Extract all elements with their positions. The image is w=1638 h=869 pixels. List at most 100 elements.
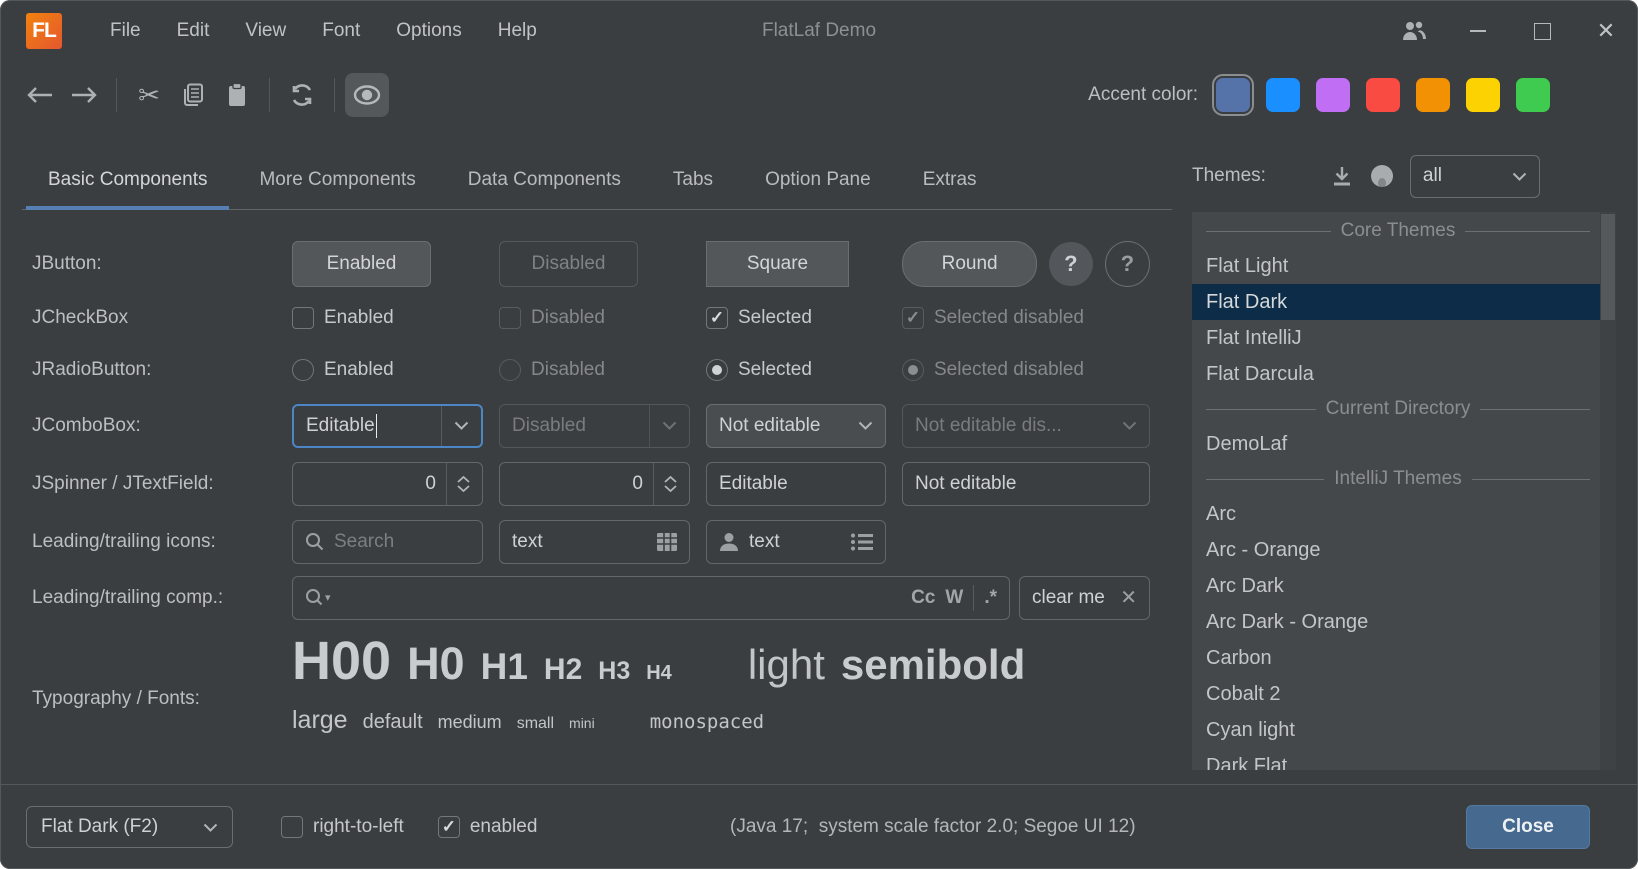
theme-item[interactable]: Arc Dark: [1192, 568, 1600, 604]
download-icon[interactable]: [1322, 156, 1362, 196]
spinner-2[interactable]: 0: [499, 462, 690, 506]
accent-swatch-purple[interactable]: [1316, 78, 1350, 112]
search-with-options-input[interactable]: ▾ Cc W .*: [292, 576, 1010, 620]
combobox-not-editable[interactable]: Not editable: [706, 404, 886, 448]
checkbox-enabled[interactable]: Enabled: [292, 307, 483, 329]
accent-color-label: Accent color:: [1088, 84, 1198, 106]
text-input-table[interactable]: text: [499, 520, 690, 564]
text-input-user[interactable]: text: [706, 520, 886, 564]
theme-item[interactable]: Arc Dark - Orange: [1192, 604, 1600, 640]
menu-options[interactable]: Options: [378, 12, 479, 50]
jcheckbox-label: JCheckBox: [32, 307, 276, 329]
forward-icon[interactable]: [62, 73, 106, 117]
rtl-checkbox[interactable]: right-to-left: [281, 816, 404, 838]
toolbar-separator: [334, 78, 335, 112]
regex-button[interactable]: .*: [984, 587, 997, 609]
themes-separator: Core Themes: [1192, 214, 1600, 248]
spinner-arrows-icon[interactable]: [446, 463, 470, 505]
github-icon[interactable]: [1362, 156, 1402, 196]
show-hidden-eye-icon[interactable]: [345, 73, 389, 117]
help-button[interactable]: ?: [1049, 242, 1092, 286]
minimize-button[interactable]: [1446, 0, 1510, 62]
themes-filter-value: all: [1423, 165, 1442, 187]
accent-swatch-green[interactable]: [1516, 78, 1550, 112]
accent-swatch-default[interactable]: [1216, 78, 1250, 112]
list-menu-icon[interactable]: [851, 533, 873, 551]
search-input[interactable]: Search: [292, 520, 483, 564]
tab-basic-components[interactable]: Basic Components: [22, 150, 233, 209]
checkbox-checked-icon: ✓: [902, 307, 924, 329]
clear-icon[interactable]: ✕: [1120, 585, 1137, 610]
theme-item[interactable]: Carbon: [1192, 640, 1600, 676]
whole-words-button[interactable]: W: [945, 587, 963, 609]
monospaced-sample: monospaced: [650, 711, 764, 733]
theme-item[interactable]: Flat Light: [1192, 248, 1600, 284]
square-button[interactable]: Square: [706, 241, 849, 287]
tab-more-components[interactable]: More Components: [233, 150, 441, 209]
statusbar: Flat Dark (F2) right-to-left ✓ enabled (…: [0, 784, 1638, 869]
back-icon[interactable]: [18, 73, 62, 117]
enabled-button[interactable]: Enabled: [292, 241, 431, 287]
themes-scrollbar[interactable]: [1600, 212, 1616, 770]
themes-filter-combobox[interactable]: all: [1410, 155, 1540, 198]
copy-icon[interactable]: [171, 73, 215, 117]
h3-sample: H3: [598, 657, 630, 686]
menu-help[interactable]: Help: [480, 12, 555, 50]
spinner-1[interactable]: 0: [292, 462, 483, 506]
accent-swatch-orange[interactable]: [1416, 78, 1450, 112]
accent-swatch-red[interactable]: [1366, 78, 1400, 112]
users-icon[interactable]: [1382, 0, 1446, 62]
semibold-sample: semibold: [841, 641, 1025, 689]
theme-item[interactable]: Cyan light: [1192, 712, 1600, 748]
theme-item[interactable]: Cobalt 2: [1192, 676, 1600, 712]
accent-swatch-yellow[interactable]: [1466, 78, 1500, 112]
checkbox-disabled: Disabled: [499, 307, 690, 329]
menu-file[interactable]: File: [92, 12, 159, 50]
app-logo-icon: FL: [26, 13, 62, 49]
tab-data-components[interactable]: Data Components: [442, 150, 647, 209]
theme-item[interactable]: Arc - Orange: [1192, 532, 1600, 568]
combobox-editable[interactable]: Editable: [292, 404, 483, 448]
clearable-input[interactable]: clear me ✕: [1019, 576, 1150, 620]
spinner-arrows-icon[interactable]: [653, 463, 677, 505]
round-button[interactable]: Round: [902, 241, 1037, 287]
chevron-down-icon[interactable]: [441, 406, 469, 446]
textfield-editable[interactable]: Editable: [706, 462, 886, 506]
help-button-outline[interactable]: ?: [1105, 241, 1150, 287]
menu-font[interactable]: Font: [304, 12, 378, 50]
tab-tabs[interactable]: Tabs: [647, 150, 739, 209]
system-info-text: (Java 17; system scale factor 2.0; Segoe…: [730, 816, 1136, 838]
cut-icon[interactable]: ✂: [127, 73, 171, 117]
paste-icon[interactable]: [215, 73, 259, 117]
table-icon[interactable]: [657, 533, 677, 551]
theme-item-selected[interactable]: Flat Dark: [1192, 284, 1600, 320]
small-sample: small: [517, 715, 554, 733]
checkbox-selected[interactable]: ✓ Selected: [706, 307, 886, 329]
search-dropdown-icon[interactable]: ▾: [305, 588, 331, 607]
radio-selected[interactable]: Selected: [706, 359, 886, 381]
scrollbar-thumb[interactable]: [1601, 214, 1615, 320]
lookandfeel-combobox[interactable]: Flat Dark (F2): [26, 806, 233, 848]
close-button[interactable]: Close: [1466, 805, 1590, 849]
tab-extras[interactable]: Extras: [897, 150, 1003, 209]
theme-item[interactable]: Flat Darcula: [1192, 356, 1600, 392]
radio-enabled[interactable]: Enabled: [292, 359, 483, 381]
theme-item[interactable]: Arc: [1192, 496, 1600, 532]
close-window-button[interactable]: ✕: [1574, 0, 1638, 62]
typography-label: Typography / Fonts:: [32, 688, 276, 735]
radio-selected-icon: [902, 359, 924, 381]
enabled-checkbox[interactable]: ✓ enabled: [438, 816, 538, 838]
jcombobox-label: JComboBox:: [32, 415, 276, 437]
accent-swatch-blue[interactable]: [1266, 78, 1300, 112]
maximize-button[interactable]: [1510, 0, 1574, 62]
checkbox-checked-icon: ✓: [706, 307, 728, 329]
refresh-icon[interactable]: [280, 73, 324, 117]
match-case-button[interactable]: Cc: [911, 587, 935, 609]
theme-item[interactable]: DemoLaf: [1192, 426, 1600, 462]
menu-view[interactable]: View: [227, 12, 304, 50]
disabled-button: Disabled: [499, 241, 638, 287]
theme-item[interactable]: Dark Flat: [1192, 748, 1600, 770]
theme-item[interactable]: Flat IntelliJ: [1192, 320, 1600, 356]
menu-edit[interactable]: Edit: [159, 12, 228, 50]
tab-option-pane[interactable]: Option Pane: [739, 150, 897, 209]
